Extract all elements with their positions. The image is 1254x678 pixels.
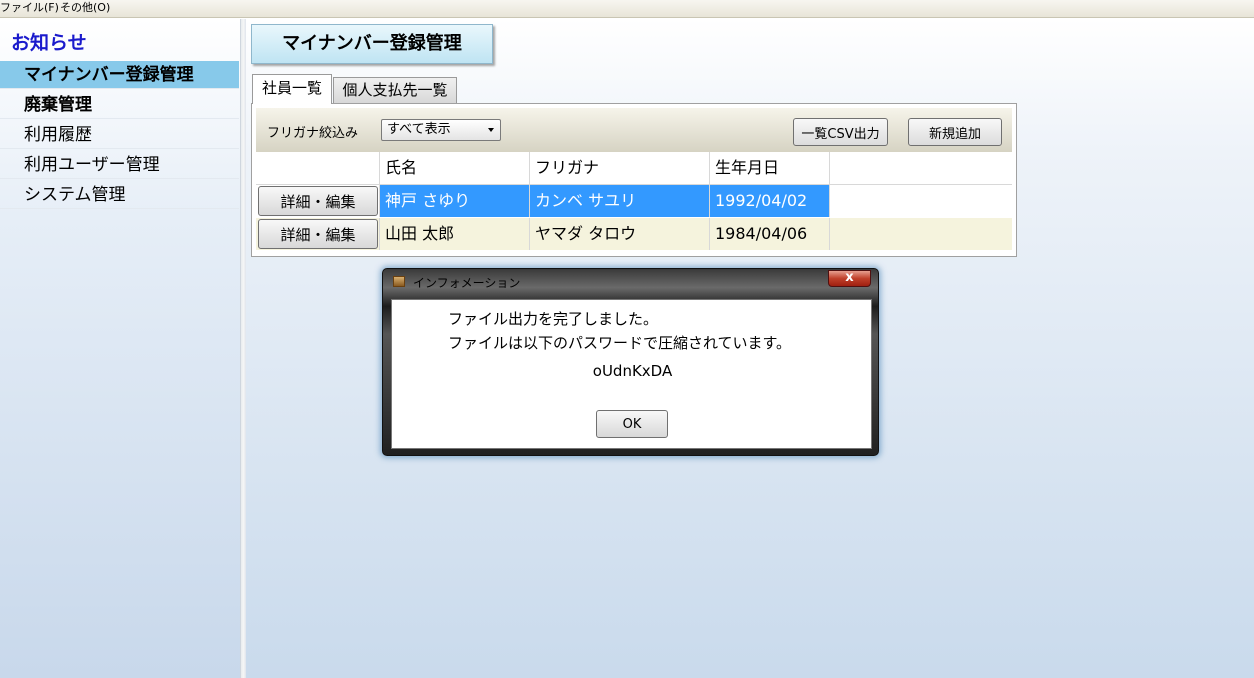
column-header-filler — [830, 152, 1012, 185]
menu-bar: ファイル(F) その他(O) — [0, 0, 1254, 18]
sidebar-heading-notices[interactable]: お知らせ — [11, 28, 87, 55]
column-header-kana[interactable]: フリガナ — [530, 152, 710, 185]
cell-kana[interactable]: カンベ サユリ — [530, 185, 710, 217]
package-icon — [393, 276, 405, 287]
close-icon[interactable]: x — [828, 270, 871, 287]
kana-filter-select[interactable]: すべて表示 — [381, 119, 501, 141]
add-new-button[interactable]: 新規追加 — [908, 118, 1002, 146]
menu-file[interactable]: ファイル(F) — [0, 0, 59, 16]
dialog-body: ファイル出力を完了しました。 ファイルは以下のパスワードで圧縮されています。 o… — [391, 299, 872, 449]
cell-dob[interactable]: 1984/04/06 — [710, 218, 830, 250]
zip-password: oUdnKxDA — [592, 362, 673, 380]
sidebar-item-user-management[interactable]: 利用ユーザー管理 — [0, 151, 239, 179]
employee-grid: 氏名 フリガナ 生年月日 詳細・編集 神戸 さゆり カンベ サユリ 1992/0… — [256, 152, 1012, 252]
menu-other[interactable]: その他(O) — [60, 0, 110, 16]
sidebar-item-disposal[interactable]: 廃棄管理 — [0, 91, 239, 119]
sidebar-item-usage-history[interactable]: 利用履歴 — [0, 121, 239, 149]
information-dialog: インフォメーション x ファイル出力を完了しました。 ファイルは以下のパスワード… — [382, 268, 879, 456]
toolbar — [256, 108, 1012, 152]
sidebar-item-mynumber[interactable]: マイナンバー登録管理 — [0, 61, 239, 89]
dialog-message-line1: ファイル出力を完了しました。 — [448, 310, 659, 328]
cell-name[interactable]: 神戸 さゆり — [380, 185, 530, 217]
column-header-dob[interactable]: 生年月日 — [710, 152, 830, 185]
csv-export-button[interactable]: 一覧CSV出力 — [793, 118, 888, 146]
tab-employee-list[interactable]: 社員一覧 — [252, 74, 332, 104]
chevron-down-icon — [488, 128, 494, 132]
filter-selected-value: すべて表示 — [387, 122, 451, 137]
dialog-title: インフォメーション — [413, 276, 521, 290]
cell-kana[interactable]: ヤマダ タロウ — [530, 218, 710, 250]
cell-filler — [830, 185, 1012, 217]
detail-edit-button[interactable]: 詳細・編集 — [258, 219, 378, 249]
cell-name[interactable]: 山田 太郎 — [380, 218, 530, 250]
dialog-message-line2: ファイルは以下のパスワードで圧縮されています。 — [448, 334, 792, 352]
page-title: マイナンバー登録管理 — [251, 24, 493, 64]
ok-button[interactable]: OK — [596, 410, 668, 438]
sidebar-item-system-management[interactable]: システム管理 — [0, 181, 239, 209]
column-header-name[interactable]: 氏名 — [380, 152, 530, 185]
tab-payee-list[interactable]: 個人支払先一覧 — [333, 77, 457, 103]
detail-edit-button[interactable]: 詳細・編集 — [258, 186, 378, 216]
cell-filler — [830, 218, 1012, 250]
row-action-cell: 詳細・編集 — [256, 218, 380, 250]
column-header-action — [256, 152, 380, 185]
filter-label: フリガナ絞込み — [267, 126, 359, 141]
row-action-cell: 詳細・編集 — [256, 185, 380, 217]
cell-dob[interactable]: 1992/04/02 — [710, 185, 830, 217]
